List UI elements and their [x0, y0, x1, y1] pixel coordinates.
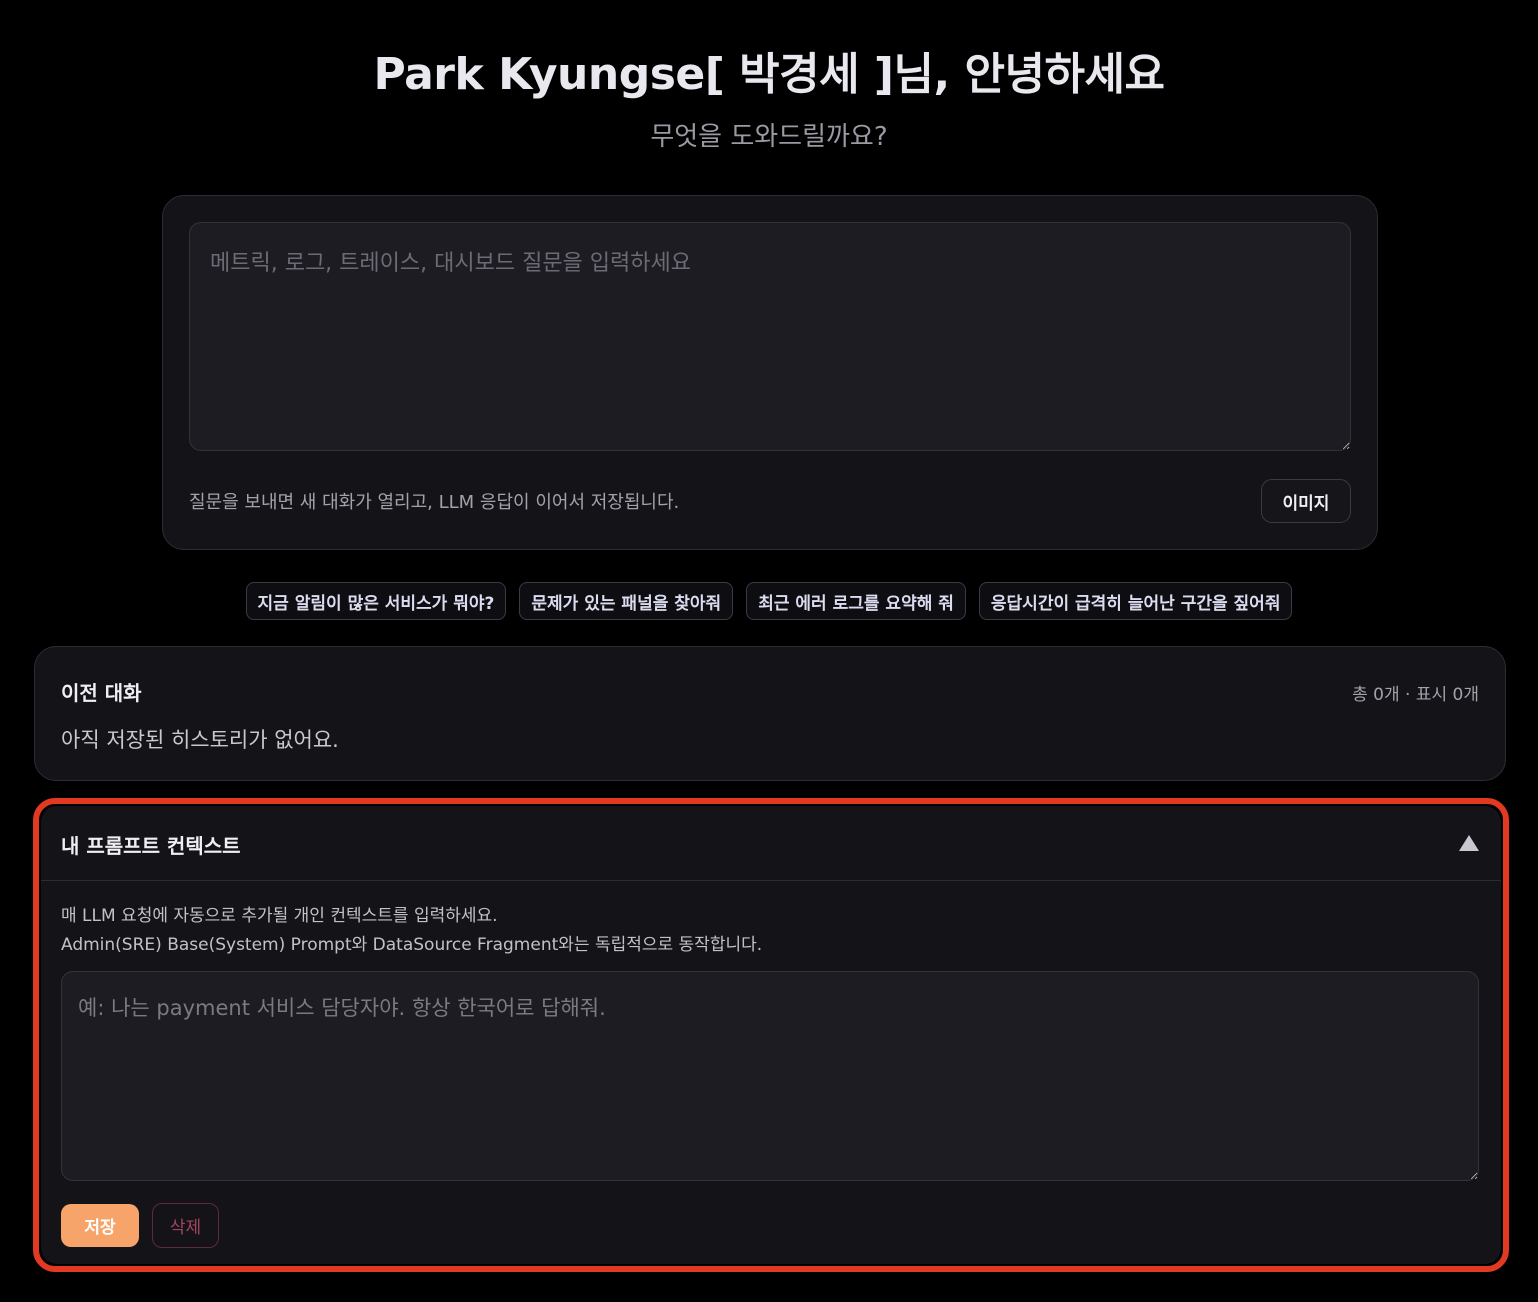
history-empty-message: 아직 저장된 히스토리가 없어요.	[61, 728, 339, 752]
suggestion-chips: 지금 알림이 많은 서비스가 뭐야? 문제가 있는 패널을 찾아줘 최근 에러 …	[0, 582, 1538, 620]
description-line: 매 LLM 요청에 자동으로 추가될 개인 컨텍스트를 입력하세요.	[61, 906, 498, 926]
image-button[interactable]: 이미지	[1261, 479, 1351, 523]
delete-button[interactable]: 삭제	[152, 1203, 219, 1248]
prompt-context-input[interactable]	[61, 971, 1479, 1181]
suggestion-chip[interactable]: 최근 에러 로그를 요약해 줘	[746, 582, 966, 620]
question-composer: 질문을 보내면 새 대화가 열리고, LLM 응답이 이어서 저장됩니다. 이미…	[162, 195, 1378, 550]
prompt-context-header[interactable]: 내 프롬프트 컨텍스트	[41, 806, 1501, 881]
suggestion-chip[interactable]: 응답시간이 급격히 늘어난 구간을 짚어줘	[978, 582, 1293, 620]
prompt-context-panel: 내 프롬프트 컨텍스트 매 LLM 요청에 자동으로 추가될 개인 컨텍스트를 …	[41, 806, 1501, 1264]
triangle-up-icon[interactable]	[1459, 835, 1479, 851]
suggestion-chip[interactable]: 지금 알림이 많은 서비스가 뭐야?	[245, 582, 507, 620]
prompt-context-description: 매 LLM 요청에 자동으로 추가될 개인 컨텍스트를 입력하세요. Admin…	[61, 902, 762, 960]
greeting-title: Park Kyungse[ 박경세 ]님, 안녕하세요	[373, 49, 1165, 100]
save-button[interactable]: 저장	[61, 1204, 139, 1247]
history-title: 이전 대화	[61, 681, 142, 705]
history-count: 총 0개 · 표시 0개	[1352, 685, 1479, 705]
composer-hint: 질문을 보내면 새 대화가 열리고, LLM 응답이 이어서 저장됩니다.	[189, 492, 680, 513]
question-input[interactable]	[189, 222, 1351, 451]
greeting-subtitle: 무엇을 도와드릴까요?	[650, 122, 888, 152]
suggestion-chip[interactable]: 문제가 있는 패널을 찾아줘	[519, 582, 734, 620]
description-line: Admin(SRE) Base(System) Prompt와 DataSour…	[61, 935, 763, 955]
history-panel: 이전 대화 총 0개 · 표시 0개 아직 저장된 히스토리가 없어요.	[34, 646, 1506, 781]
prompt-context-title: 내 프롬프트 컨텍스트	[61, 834, 241, 858]
